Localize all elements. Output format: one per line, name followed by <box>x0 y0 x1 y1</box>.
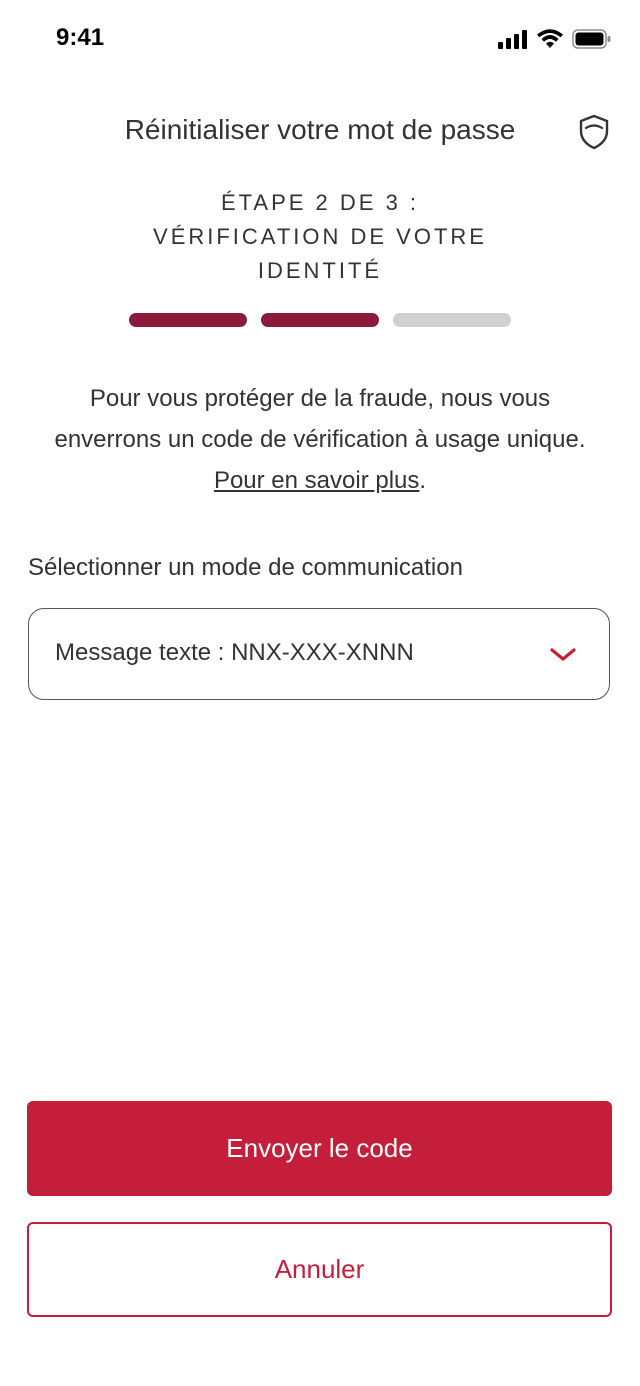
learn-more-link[interactable]: Pour en savoir plus <box>214 467 419 494</box>
cellular-signal-icon <box>498 30 527 49</box>
chevron-down-icon <box>550 648 576 661</box>
shield-icon <box>579 114 609 150</box>
status-bar: 9:41 <box>0 0 640 80</box>
page-title: Réinitialiser votre mot de passe <box>124 114 516 145</box>
communication-select-value: Message texte : NNX-XXX-XNNN <box>55 639 414 666</box>
step-indicator: ÉTAPE 2 DE 3 : VÉRIFICATION DE VOTRE IDE… <box>0 186 640 288</box>
intro-body: Pour vous protéger de la fraude, nous vo… <box>54 385 586 453</box>
step-counter: ÉTAPE 2 DE 3 : <box>220 190 420 215</box>
communication-select[interactable]: Message texte : NNX-XXX-XNNN <box>28 608 610 700</box>
communication-label: Sélectionner un mode de communication <box>28 554 463 581</box>
send-code-button[interactable]: Envoyer le code <box>27 1101 612 1196</box>
progress-segment-1 <box>129 313 247 327</box>
status-time: 9:41 <box>56 24 105 51</box>
battery-icon <box>572 29 611 49</box>
progress-segment-2 <box>261 313 379 327</box>
cancel-button[interactable]: Annuler <box>27 1222 612 1317</box>
header: Réinitialiser votre mot de passe <box>0 108 640 158</box>
wifi-icon <box>537 29 563 48</box>
intro-suffix: . <box>419 467 427 494</box>
intro-text: Pour vous protéger de la fraude, nous vo… <box>50 378 590 501</box>
status-icons <box>498 26 612 52</box>
progress-bar <box>129 313 511 327</box>
step-title: VÉRIFICATION DE VOTRE IDENTITÉ <box>153 224 487 283</box>
progress-segment-3 <box>393 313 511 327</box>
